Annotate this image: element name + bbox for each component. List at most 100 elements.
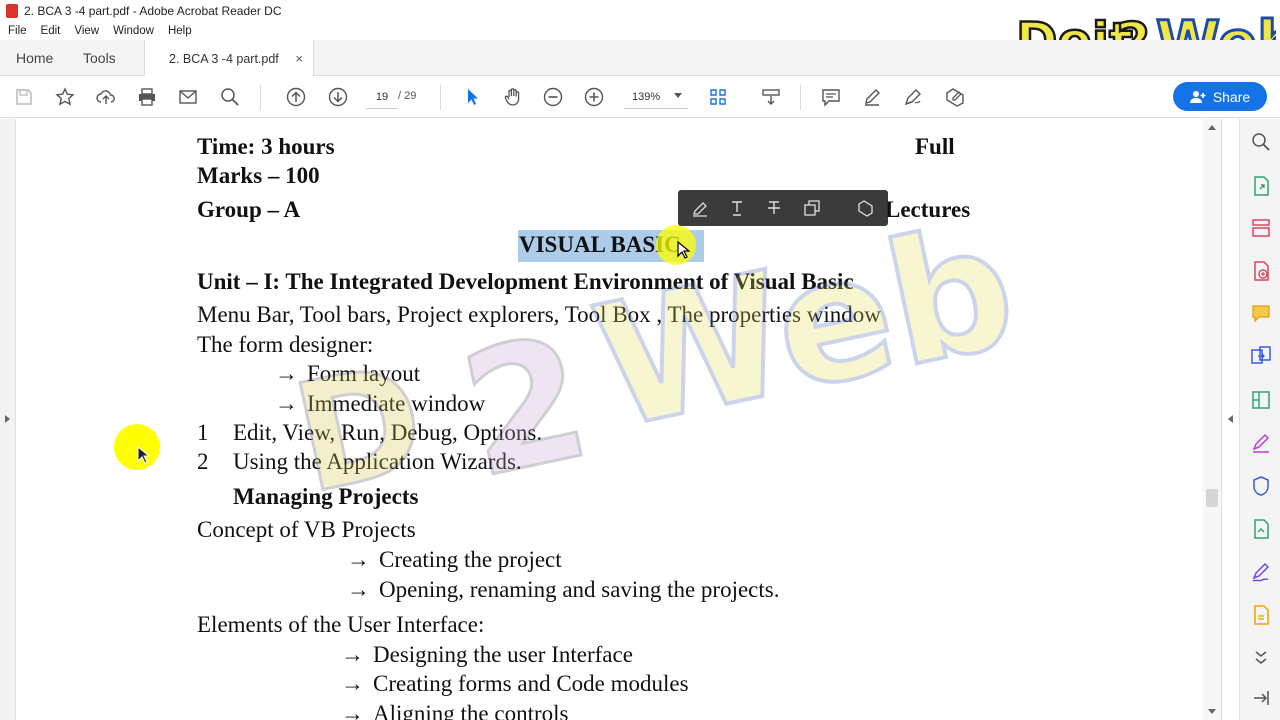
expand-right-panel-icon[interactable]	[1228, 415, 1233, 423]
floating-comment-toolbar	[678, 190, 888, 226]
arrow-icon: →	[347, 547, 370, 572]
doc-lectures: Lectures	[885, 197, 971, 222]
next-page-icon[interactable]	[327, 86, 349, 108]
combine-files-icon[interactable]	[1250, 345, 1272, 367]
doc-managing-projects: Managing Projects	[233, 484, 419, 509]
main-toolbar: 19 / 29 139%	[0, 76, 1280, 118]
doc-marks: Marks – 100	[197, 163, 320, 188]
doc-form-designer: The form designer:	[197, 332, 374, 357]
add-person-icon	[1189, 90, 1206, 103]
doc-full: Full	[915, 134, 955, 159]
scroll-up-icon[interactable]	[1208, 125, 1216, 130]
arrow-icon: →	[341, 671, 364, 696]
zoom-level-value: 139%	[632, 90, 661, 103]
share-button[interactable]: Share	[1173, 82, 1267, 111]
doc-aligning-controls: Aligning the controls	[373, 701, 569, 720]
doc-item1: Edit, View, Run, Debug, Options.	[233, 420, 543, 445]
menu-file[interactable]: File	[8, 25, 27, 37]
export-pdf-icon[interactable]	[1250, 175, 1272, 197]
share-button-label: Share	[1212, 88, 1251, 105]
page-total: / 29	[398, 90, 417, 102]
zoom-level-select[interactable]: 139%	[624, 85, 688, 109]
left-nav-panel[interactable]	[0, 119, 16, 720]
menu-edit[interactable]: Edit	[41, 25, 61, 37]
vertical-scrollbar[interactable]	[1203, 119, 1221, 720]
document-view[interactable]: Time: 3 hours Full Marks – 100 Group – A…	[17, 119, 1203, 720]
tab-tools[interactable]: Tools	[83, 40, 116, 76]
page-display-icon[interactable]	[707, 86, 729, 108]
arrow-icon: →	[275, 361, 298, 386]
doc-immediate-window: Immediate window	[307, 391, 486, 416]
menu-view[interactable]: View	[74, 25, 99, 37]
doc-item2-number: 2	[197, 449, 209, 474]
signature-pen-icon[interactable]	[1250, 561, 1272, 583]
email-icon[interactable]	[177, 86, 199, 108]
search-tool-icon[interactable]	[1250, 131, 1272, 153]
fill-and-sign-icon[interactable]	[1250, 432, 1272, 454]
doc-item1-number: 1	[197, 420, 209, 445]
close-tab-icon[interactable]: ×	[295, 51, 303, 66]
arrow-icon: →	[341, 701, 364, 720]
mouse-cursor-icon	[137, 446, 151, 464]
doc-item2: Using the Application Wizards.	[233, 449, 522, 474]
arrow-icon: →	[347, 577, 370, 602]
acrobat-app-icon	[6, 4, 18, 18]
search-icon[interactable]	[219, 86, 241, 108]
previous-page-icon[interactable]	[285, 86, 307, 108]
doc-menu-line: Menu Bar, Tool bars, Project explorers, …	[197, 302, 881, 327]
comment-tool-icon[interactable]	[1250, 303, 1272, 325]
tab-home[interactable]: Home	[16, 40, 53, 76]
create-pdf-icon[interactable]	[1250, 260, 1272, 282]
page-number-input[interactable]: 19	[366, 85, 398, 109]
doc-opening-projects: Opening, renaming and saving the project…	[379, 577, 780, 602]
protect-shield-icon[interactable]	[1250, 475, 1272, 497]
collapse-panel-icon[interactable]	[1250, 687, 1272, 709]
print-icon[interactable]	[136, 86, 158, 108]
highlight-text-icon[interactable]	[691, 199, 709, 217]
doc-unit-heading: Unit – I: The Integrated Development Env…	[197, 269, 854, 294]
scroll-thumb[interactable]	[1206, 489, 1218, 507]
scroll-mode-icon[interactable]	[760, 86, 782, 108]
toolbar-divider	[800, 84, 801, 110]
doc-time: Time: 3 hours	[197, 134, 335, 159]
export-file-icon[interactable]	[1250, 604, 1272, 626]
zoom-out-icon[interactable]	[542, 86, 564, 108]
doc-creating-project: Creating the project	[379, 547, 562, 572]
more-tools-chevron-icon[interactable]	[1250, 647, 1272, 669]
edit-pdf-icon[interactable]	[1250, 389, 1272, 411]
strikethrough-text-icon[interactable]	[765, 199, 783, 217]
toolbar-divider	[440, 84, 441, 110]
tab-document-label: 2. BCA 3 -4 part.pdf	[169, 51, 279, 66]
chevron-down-icon	[674, 93, 682, 98]
select-cursor-icon[interactable]	[461, 86, 483, 108]
more-options-icon[interactable]	[856, 199, 874, 217]
right-tools-panel	[1239, 119, 1280, 720]
menu-help[interactable]: Help	[168, 25, 192, 37]
hand-tool-icon[interactable]	[502, 86, 524, 108]
highlight-pen-icon[interactable]	[861, 86, 883, 108]
fill-sign-icon[interactable]	[944, 86, 966, 108]
doc-form-layout: Form layout	[307, 361, 421, 386]
window-title: 2. BCA 3 -4 part.pdf - Adobe Acrobat Rea…	[24, 4, 282, 18]
draw-icon[interactable]	[902, 86, 924, 108]
doc-creating-forms: Creating forms and Code modules	[373, 671, 689, 696]
menu-window[interactable]: Window	[113, 25, 154, 37]
scroll-down-icon[interactable]	[1208, 709, 1216, 714]
copy-text-icon[interactable]	[803, 199, 821, 217]
doc-concept: Concept of VB Projects	[197, 517, 416, 542]
bookmark-star-icon[interactable]	[54, 86, 76, 108]
send-for-signature-icon[interactable]	[1250, 518, 1272, 540]
zoom-in-icon[interactable]	[583, 86, 605, 108]
tab-bar: Home Tools 2. BCA 3 -4 part.pdf ×	[0, 40, 1280, 77]
comment-icon[interactable]	[820, 86, 842, 108]
save-icon[interactable]	[13, 86, 35, 108]
tab-document[interactable]: 2. BCA 3 -4 part.pdf ×	[144, 40, 314, 77]
right-panel-toggle[interactable]	[1221, 119, 1239, 720]
upload-cloud-icon[interactable]	[95, 86, 117, 108]
organize-pages-icon[interactable]	[1250, 217, 1272, 239]
underline-text-icon[interactable]	[728, 199, 746, 217]
arrow-icon: →	[275, 391, 298, 416]
expand-left-panel-icon[interactable]	[5, 415, 10, 423]
mouse-cursor-icon	[677, 241, 691, 259]
toolbar-divider	[260, 84, 261, 110]
